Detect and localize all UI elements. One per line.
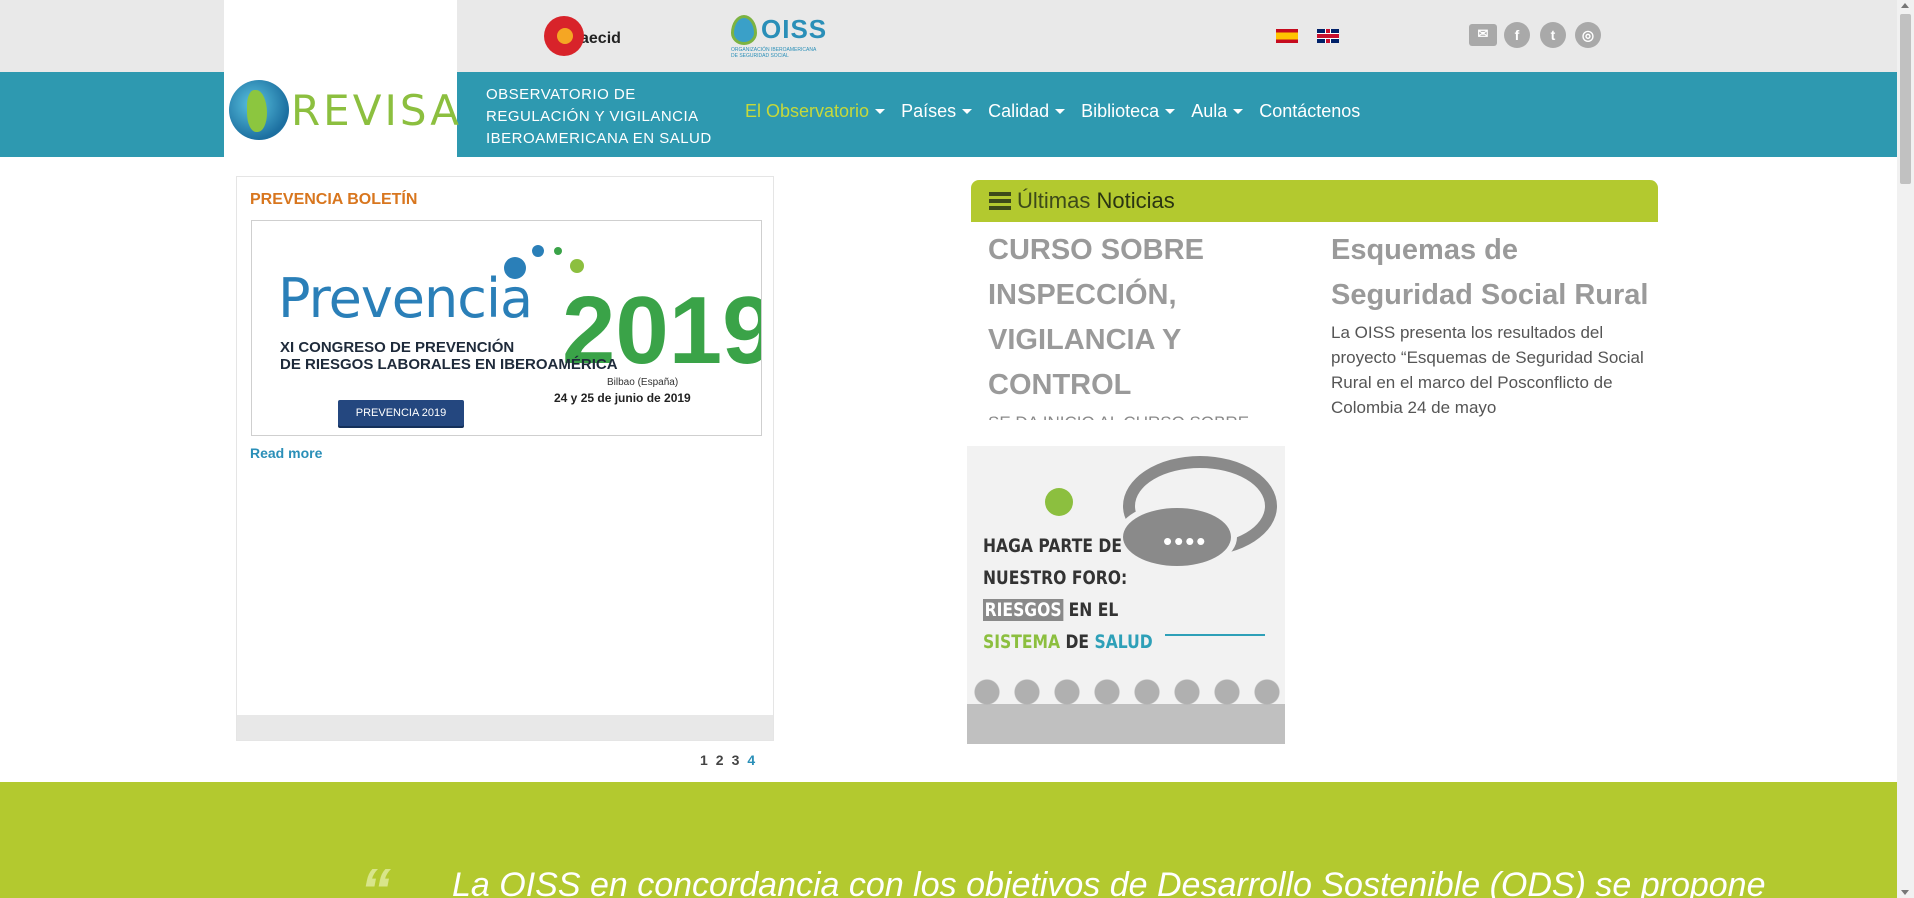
news-excerpt: La OISS presenta los resultados del proy… [1331, 323, 1644, 417]
forum-line2: NUESTRO FORO: [983, 567, 1128, 589]
heartbeat-line-icon [1165, 606, 1265, 636]
globe-icon [229, 80, 289, 140]
caret-down-icon [875, 109, 886, 114]
oiss-drop-icon [731, 14, 757, 45]
forum-line4-c: SALUD [1094, 631, 1153, 653]
caret-down-icon [1233, 109, 1244, 114]
forum-banner-text: HAGA PARTE DE NUESTRO FORO: RIESGOS EN E… [983, 530, 1153, 658]
menu-item-contactenos[interactable]: Contáctenos [1259, 101, 1360, 122]
aecid-logo[interactable]: aecid [544, 16, 621, 56]
list-icon [989, 192, 1011, 210]
menu-item-label: Aula [1191, 101, 1228, 121]
menu-item-label: Biblioteca [1081, 101, 1160, 121]
menu-item-el-observatorio[interactable]: El Observatorio [745, 101, 886, 122]
main-menu: El Observatorio Países Calidad Bibliotec… [745, 101, 1376, 122]
scroll-thumb[interactable] [1900, 14, 1911, 184]
menu-item-label: Países [901, 101, 957, 121]
page-link-3[interactable]: 3 [732, 752, 740, 768]
boletin-title: PREVENCIA BOLETÍN [250, 191, 418, 208]
promo-subtitle: XI CONGRESO DE PREVENCIÓN DE RIESGOS LAB… [280, 339, 618, 373]
menu-item-biblioteca[interactable]: Biblioteca [1081, 101, 1176, 122]
observatory-title-line3: IBEROAMERICANA EN SALUD [486, 130, 712, 147]
news-item[interactable]: Esquemas de Seguridad Social Rural La OI… [1331, 228, 1661, 420]
forum-banner[interactable]: •••• HAGA PARTE DE NUESTRO FORO: RIESGOS… [967, 446, 1285, 744]
promo-place: Bilbao (España) [607, 377, 679, 388]
panel-footer [237, 715, 773, 740]
menu-item-label: Calidad [988, 101, 1050, 121]
prevencia-promo-image[interactable]: Prevencia 2019 XI CONGRESO DE PREVENCIÓN… [251, 220, 762, 436]
promo-subtitle-line1: XI CONGRESO DE PREVENCIÓN [280, 339, 515, 356]
page-link-2[interactable]: 2 [716, 752, 724, 768]
forum-line3-rest: EN EL [1063, 599, 1119, 621]
forum-line4-b: DE [1060, 631, 1095, 653]
mission-text: La OISS en concordancia con los objetivo… [452, 866, 1766, 898]
news-heading-light: Últimas [1017, 188, 1091, 213]
page: aecid OISS ORGANIZACIÓN IBEROAMERICANA D… [0, 0, 1914, 898]
news-header: Últimas Noticias [971, 180, 1658, 222]
promo-date: 24 y 25 de junio de 2019 [554, 391, 691, 405]
instagram-icon[interactable]: ◎ [1575, 22, 1601, 48]
page-link-4-current[interactable]: 4 [747, 752, 755, 768]
en-flag-icon[interactable] [1317, 29, 1339, 43]
bubble-dots: •••• [1163, 526, 1208, 556]
pagination: 1 2 3 4 [700, 752, 755, 768]
forum-line4-a: SISTEMA [983, 631, 1061, 653]
observatory-title: OBSERVATORIO DE REGULACIÓN Y VIGILANCIA … [486, 84, 726, 150]
menu-item-aula[interactable]: Aula [1191, 101, 1244, 122]
observatory-title-line2: REGULACIÓN Y VIGILANCIA [486, 108, 699, 125]
oiss-subtitle: ORGANIZACIÓN IBEROAMERICANA DE SEGURIDAD… [731, 47, 817, 59]
read-more-link[interactable]: Read more [250, 445, 322, 461]
scroll-up-icon[interactable] [1901, 3, 1909, 8]
news-heading-bold: Noticias [1096, 188, 1175, 213]
revisa-logo[interactable]: REVISA [229, 80, 462, 140]
caret-down-icon [962, 109, 973, 114]
revisa-logo-text: REVISA [291, 85, 463, 135]
menu-item-label: El Observatorio [745, 101, 870, 121]
stethoscope-icon [1045, 488, 1073, 516]
news-item[interactable]: CURSO SOBRE INSPECCIÓN, VIGILANCIA Y CON… [988, 228, 1308, 420]
oiss-logo[interactable]: OISS ORGANIZACIÓN IBEROAMERICANA DE SEGU… [731, 14, 827, 59]
menu-item-calidad[interactable]: Calidad [988, 101, 1066, 122]
quote-mark-icon: “ [360, 857, 391, 898]
forum-line1: HAGA PARTE DE [983, 535, 1122, 557]
mail-icon[interactable]: ✉ [1469, 24, 1497, 46]
crowd-silhouette [967, 674, 1285, 744]
facebook-icon[interactable]: f [1504, 22, 1530, 48]
oiss-label: OISS [761, 14, 828, 44]
twitter-icon[interactable]: t [1540, 22, 1566, 48]
prevencia-2019-button[interactable]: PREVENCIA 2019 [338, 400, 464, 426]
es-flag-icon[interactable] [1276, 29, 1298, 43]
caret-down-icon [1165, 109, 1176, 114]
news-title-link[interactable]: CURSO SOBRE INSPECCIÓN, VIGILANCIA Y CON… [988, 228, 1308, 408]
page-link-1[interactable]: 1 [700, 752, 708, 768]
aecid-mark-icon [544, 16, 584, 56]
page-scrollbar[interactable] [1897, 0, 1914, 898]
aecid-label: aecid [580, 30, 621, 47]
scroll-down-icon[interactable] [1901, 890, 1909, 895]
caret-down-icon [1055, 109, 1066, 114]
forum-line3-highlight: RIESGOS [983, 599, 1064, 621]
menu-item-paises[interactable]: Países [901, 101, 973, 122]
promo-subtitle-line2: DE RIESGOS LABORALES EN IBEROAMÉRICA [280, 356, 618, 373]
menu-item-label: Contáctenos [1259, 101, 1361, 121]
news-title-link[interactable]: Esquemas de Seguridad Social Rural [1331, 228, 1661, 318]
observatory-title-line1: OBSERVATORIO DE [486, 86, 636, 103]
promo-word: Prevencia [278, 267, 533, 330]
news-excerpt: SE DA INICIO AL CURSO SOBRE INSPECCIÓN, … [988, 410, 1308, 420]
boletin-panel: PREVENCIA BOLETÍN Prevencia 2019 XI CONG… [236, 176, 774, 741]
